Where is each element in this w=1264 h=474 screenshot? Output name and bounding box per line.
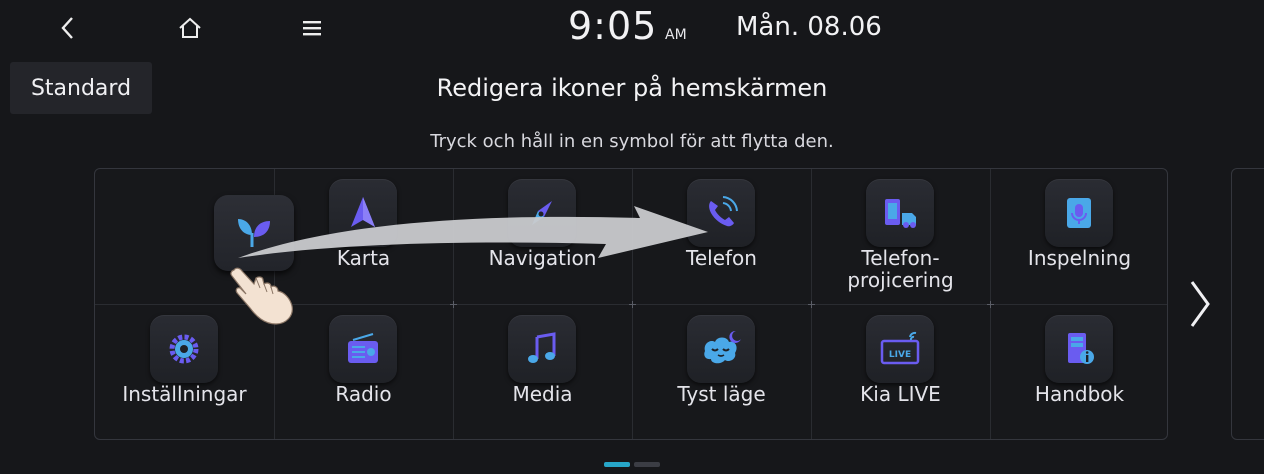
menu-button[interactable] bbox=[288, 8, 336, 48]
clock-ampm: AM bbox=[665, 27, 687, 43]
tile-inspelning[interactable]: Inspelning bbox=[990, 169, 1169, 304]
svg-text:LIVE: LIVE bbox=[889, 350, 911, 360]
menu-icon bbox=[303, 21, 321, 36]
page-title: Redigera ikoner på hemskärmen bbox=[436, 74, 828, 102]
tile-navigation[interactable]: Navigation bbox=[453, 169, 632, 304]
page-dot-2 bbox=[634, 462, 660, 467]
back-chevron-icon bbox=[61, 17, 73, 39]
page-dot-1 bbox=[604, 462, 630, 467]
tile-label: Navigation bbox=[488, 246, 597, 270]
kia-live-icon: LIVE bbox=[880, 331, 920, 365]
home-icon-edit-screen: 9:05 AM Mån. 08.06 Standard Redigera iko… bbox=[0, 0, 1264, 474]
tile-label: Handbok bbox=[1034, 382, 1125, 406]
tile-label: Media bbox=[512, 382, 573, 406]
page-indicator bbox=[604, 462, 660, 467]
tile-media[interactable]: Media bbox=[453, 305, 632, 440]
tile-tyst-lage[interactable]: Tyst läge bbox=[632, 305, 811, 440]
map-arrow-icon bbox=[351, 197, 375, 227]
quiet-mode-icon bbox=[704, 330, 741, 364]
tile-kia-live[interactable]: LIVE Kia LIVE bbox=[811, 305, 990, 440]
tile-label: Inspelning bbox=[1027, 246, 1132, 270]
manual-icon bbox=[1068, 333, 1094, 364]
music-note-icon bbox=[528, 332, 556, 363]
sprout-icon bbox=[238, 219, 270, 247]
chevron-right-icon bbox=[1190, 281, 1210, 327]
date-display: Mån. 08.06 bbox=[736, 12, 882, 42]
status-bar: 9:05 AM Mån. 08.06 bbox=[0, 0, 1264, 56]
tile-label: Kia LIVE bbox=[860, 382, 941, 406]
phone-icon bbox=[709, 196, 738, 227]
radio-icon bbox=[348, 333, 378, 363]
recorder-icon bbox=[1067, 198, 1091, 228]
instruction-text: Tryck och håll in en symbol för att flyt… bbox=[430, 131, 834, 152]
tile-label: Inställningar bbox=[122, 382, 247, 406]
compass-icon bbox=[532, 201, 552, 225]
home-button[interactable] bbox=[166, 8, 214, 48]
tile-telefon[interactable]: Telefon bbox=[632, 169, 811, 304]
home-icon bbox=[179, 17, 201, 38]
tile-label: Radio bbox=[335, 382, 392, 406]
gear-icon bbox=[169, 334, 199, 364]
tile-handbok[interactable]: Handbok bbox=[990, 305, 1169, 440]
back-button[interactable] bbox=[44, 8, 92, 48]
phone-projection-icon bbox=[885, 199, 916, 228]
tile-label: Telefon- projicering bbox=[847, 246, 954, 292]
tile-telefon-projicering[interactable]: Telefon- projicering bbox=[811, 169, 990, 304]
next-page-button[interactable] bbox=[1180, 268, 1220, 340]
dragged-icon[interactable] bbox=[214, 195, 294, 271]
hand-pointer-icon bbox=[230, 267, 293, 325]
tile-label: Telefon bbox=[686, 246, 757, 270]
next-page-preview bbox=[1231, 168, 1264, 440]
clock-time: 9:05 bbox=[568, 4, 658, 48]
tile-label: Tyst läge bbox=[677, 382, 766, 406]
